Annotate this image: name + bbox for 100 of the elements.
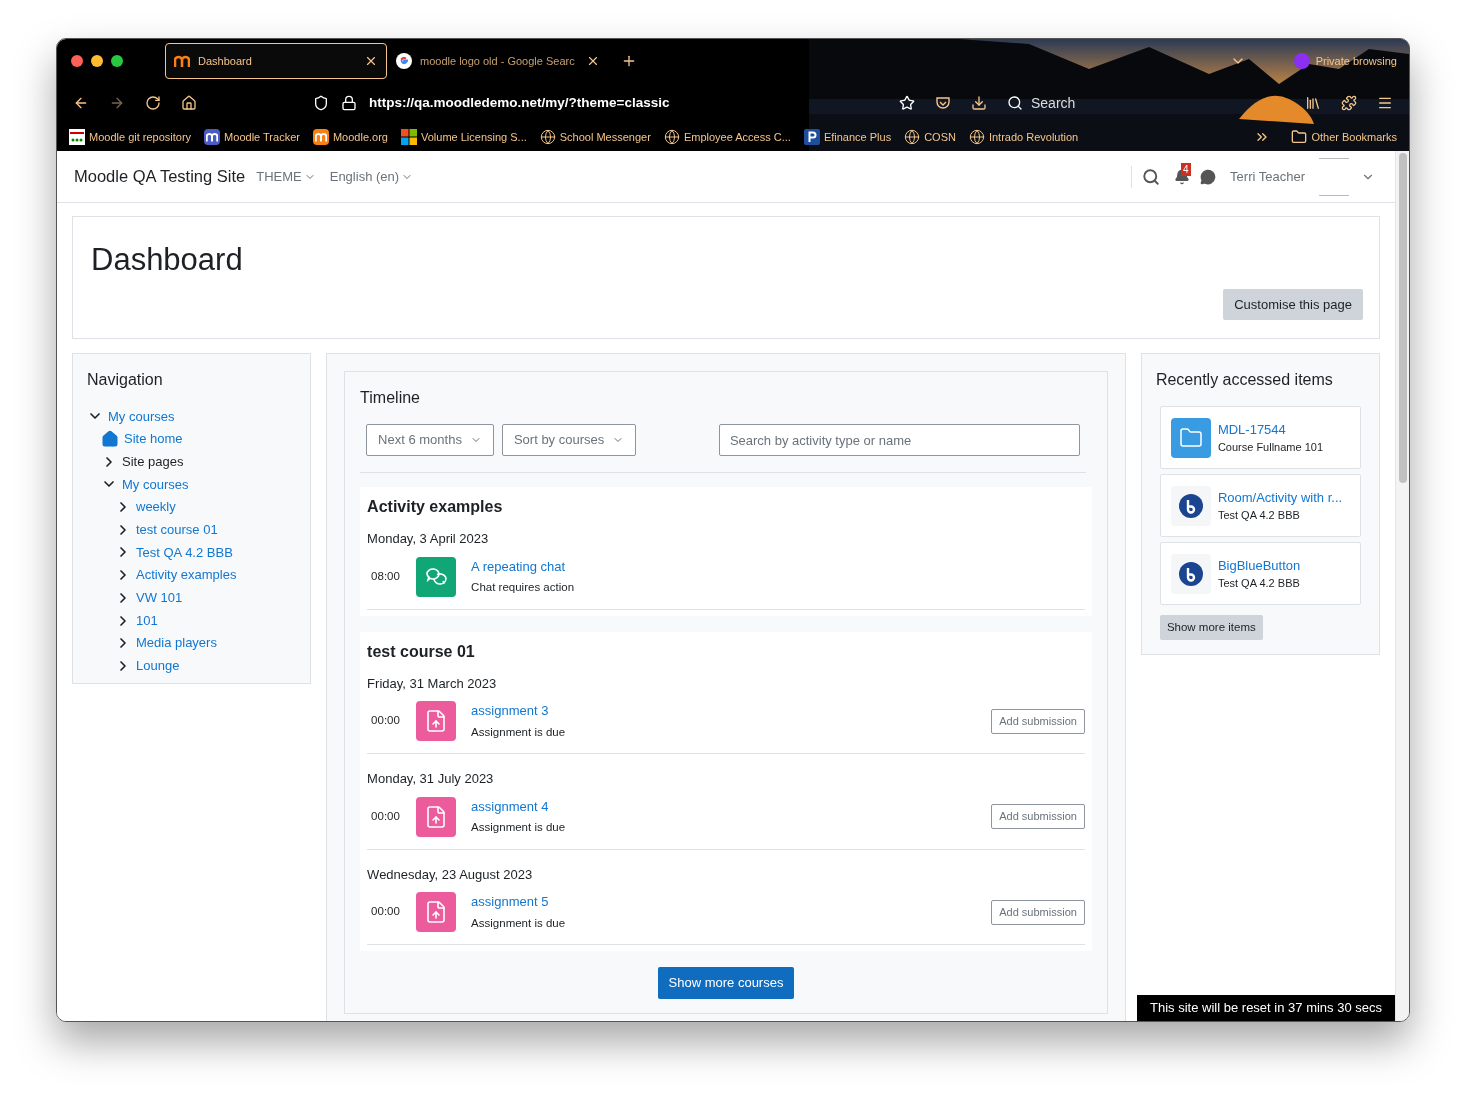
event-status: Assignment is due (471, 915, 567, 931)
block-title: Recently accessed items (1155, 370, 1334, 390)
bookmark-item[interactable]: Moodle git repository (69, 128, 192, 146)
google-logo-icon (396, 53, 412, 69)
recent-item-card[interactable]: MDL-17544 Course Fullname 101 (1159, 406, 1361, 469)
event-date: Monday, 3 April 2023 (367, 530, 490, 548)
zoom-window-button[interactable] (111, 55, 123, 67)
navigation-link[interactable]: Site pages (122, 451, 184, 472)
messages-icon[interactable] (1200, 168, 1217, 185)
pocket-icon[interactable] (935, 95, 951, 111)
navigation-link[interactable]: Lounge (136, 656, 180, 676)
page-title: Dashboard (91, 241, 244, 279)
recent-item-link[interactable]: BigBlueButton (1217, 555, 1301, 575)
add-submission-button[interactable]: Add submission (991, 899, 1085, 925)
tracker-logo-icon (204, 129, 221, 145)
assignment-activity-icon (416, 796, 457, 837)
navigation-link[interactable]: 101 (136, 610, 158, 631)
recent-item-link[interactable]: Room/Activity with r... (1217, 487, 1343, 507)
event-status: Chat requires action (471, 580, 576, 596)
lock-icon[interactable] (341, 95, 357, 111)
navigation-link[interactable]: My courses (108, 406, 175, 427)
event-status: Assignment is due (471, 724, 567, 740)
navigation-link[interactable]: VW 101 (136, 588, 183, 608)
bookmark-item[interactable]: Intrado Revolution (968, 128, 1079, 146)
home-icon (101, 430, 119, 449)
show-more-items-button[interactable]: Show more items (1159, 615, 1263, 640)
navigation-link[interactable]: Test QA 4.2 BBB (136, 542, 233, 563)
browser-tab[interactable]: Dashboard (165, 43, 387, 79)
bookmark-item[interactable]: Moodle.org (312, 128, 388, 146)
add-submission-button[interactable]: Add submission (991, 708, 1085, 734)
header-menu[interactable]: THEME (256, 166, 316, 187)
minimize-window-button[interactable] (91, 55, 103, 67)
event-status: Assignment is due (471, 820, 567, 836)
shield-icon[interactable] (313, 95, 329, 111)
avatar-placeholder (1319, 157, 1349, 196)
globe-icon (539, 129, 556, 145)
event-time: 00:00 (370, 904, 401, 920)
event-link[interactable]: assignment 3 (471, 701, 992, 721)
add-submission-button[interactable]: Add submission (991, 804, 1085, 829)
recent-item-course: Course Fullname 101 (1217, 440, 1324, 455)
url-field[interactable]: https://qa.moodledemo.net/my/?theme=classic (369, 92, 879, 114)
download-icon[interactable] (971, 95, 987, 111)
private-browsing-label: Private browsing (1315, 53, 1397, 69)
assignment-activity-icon (416, 892, 457, 932)
other-bookmarks-item[interactable]: Other Bookmarks (1291, 128, 1397, 146)
bookmark-item[interactable]: Moodle Tracker (204, 128, 300, 146)
navigation-link[interactable]: Media players (136, 633, 217, 653)
block-title: Navigation (87, 370, 164, 390)
back-icon[interactable] (73, 95, 89, 111)
reload-icon[interactable] (145, 95, 161, 111)
browser-tab[interactable]: moodle logo old - Google Searc (387, 43, 609, 79)
bookmark-item[interactable]: COSN (904, 128, 956, 146)
four-squares-logo-icon (400, 129, 417, 145)
close-tab-icon[interactable] (364, 54, 378, 68)
site-name[interactable]: Moodle QA Testing Site (74, 164, 246, 189)
extensions-icon[interactable] (1341, 95, 1357, 111)
header-menu[interactable]: English (en) (329, 166, 414, 187)
bookmark-item[interactable]: Volume Licensing S... (400, 128, 527, 146)
block-title: Timeline (360, 388, 421, 408)
globe-icon (968, 129, 985, 145)
bookmark-item[interactable]: Efinance Plus (803, 128, 892, 146)
date-filter-dropdown[interactable]: Next 6 months (366, 424, 494, 456)
video-conference-icon (1170, 553, 1211, 594)
menu-icon[interactable] (1377, 95, 1393, 111)
sort-dropdown[interactable]: Sort by courses (501, 424, 637, 456)
navigation-link[interactable]: Activity examples (136, 565, 237, 585)
event-link[interactable]: assignment 4 (471, 796, 992, 817)
new-tab-icon[interactable] (621, 53, 637, 69)
notification-count-badge: 4 (1181, 162, 1191, 176)
navigation-link[interactable]: weekly (136, 497, 176, 517)
bookmark-item[interactable]: Employee Access C... (663, 128, 791, 146)
search-field[interactable]: Search (1007, 92, 1257, 114)
user-name[interactable]: Terri Teacher (1230, 166, 1305, 187)
event-date: Wednesday, 23 August 2023 (367, 865, 534, 884)
bookmark-star-icon[interactable] (899, 95, 915, 111)
forward-icon[interactable] (109, 95, 125, 111)
recent-item-link[interactable]: MDL-17544 (1217, 419, 1324, 439)
recent-item-course: Test QA 4.2 BBB (1217, 576, 1301, 591)
bookmark-item[interactable]: School Messenger (539, 128, 651, 146)
scrollbar[interactable] (1395, 151, 1409, 1021)
customise-page-button[interactable]: Customise this page (1223, 289, 1363, 320)
assignment-activity-icon (416, 701, 457, 741)
show-more-courses-button[interactable]: Show more courses (657, 967, 795, 999)
close-tab-icon[interactable] (586, 54, 600, 68)
navigation-link[interactable]: Site home (124, 429, 183, 449)
event-link[interactable]: A repeating chat (471, 556, 1085, 577)
event-date: Monday, 31 July 2023 (367, 770, 495, 788)
recent-item-card[interactable]: Room/Activity with r... Test QA 4.2 BBB (1159, 474, 1361, 537)
recent-item-card[interactable]: BigBlueButton Test QA 4.2 BBB (1159, 542, 1361, 605)
search-icon[interactable] (1142, 167, 1161, 186)
moodle-logo-icon (174, 55, 190, 67)
recent-item-course: Test QA 4.2 BBB (1217, 508, 1301, 523)
library-icon[interactable] (1305, 95, 1321, 111)
activity-search-field[interactable]: Search by activity type or name (718, 424, 1080, 456)
event-link[interactable]: assignment 5 (471, 892, 992, 912)
navigation-link[interactable]: test course 01 (136, 520, 218, 540)
navigation-link[interactable]: My courses (122, 474, 189, 495)
folder-icon (1170, 417, 1211, 458)
close-window-button[interactable] (71, 55, 83, 67)
home-icon[interactable] (181, 95, 197, 111)
